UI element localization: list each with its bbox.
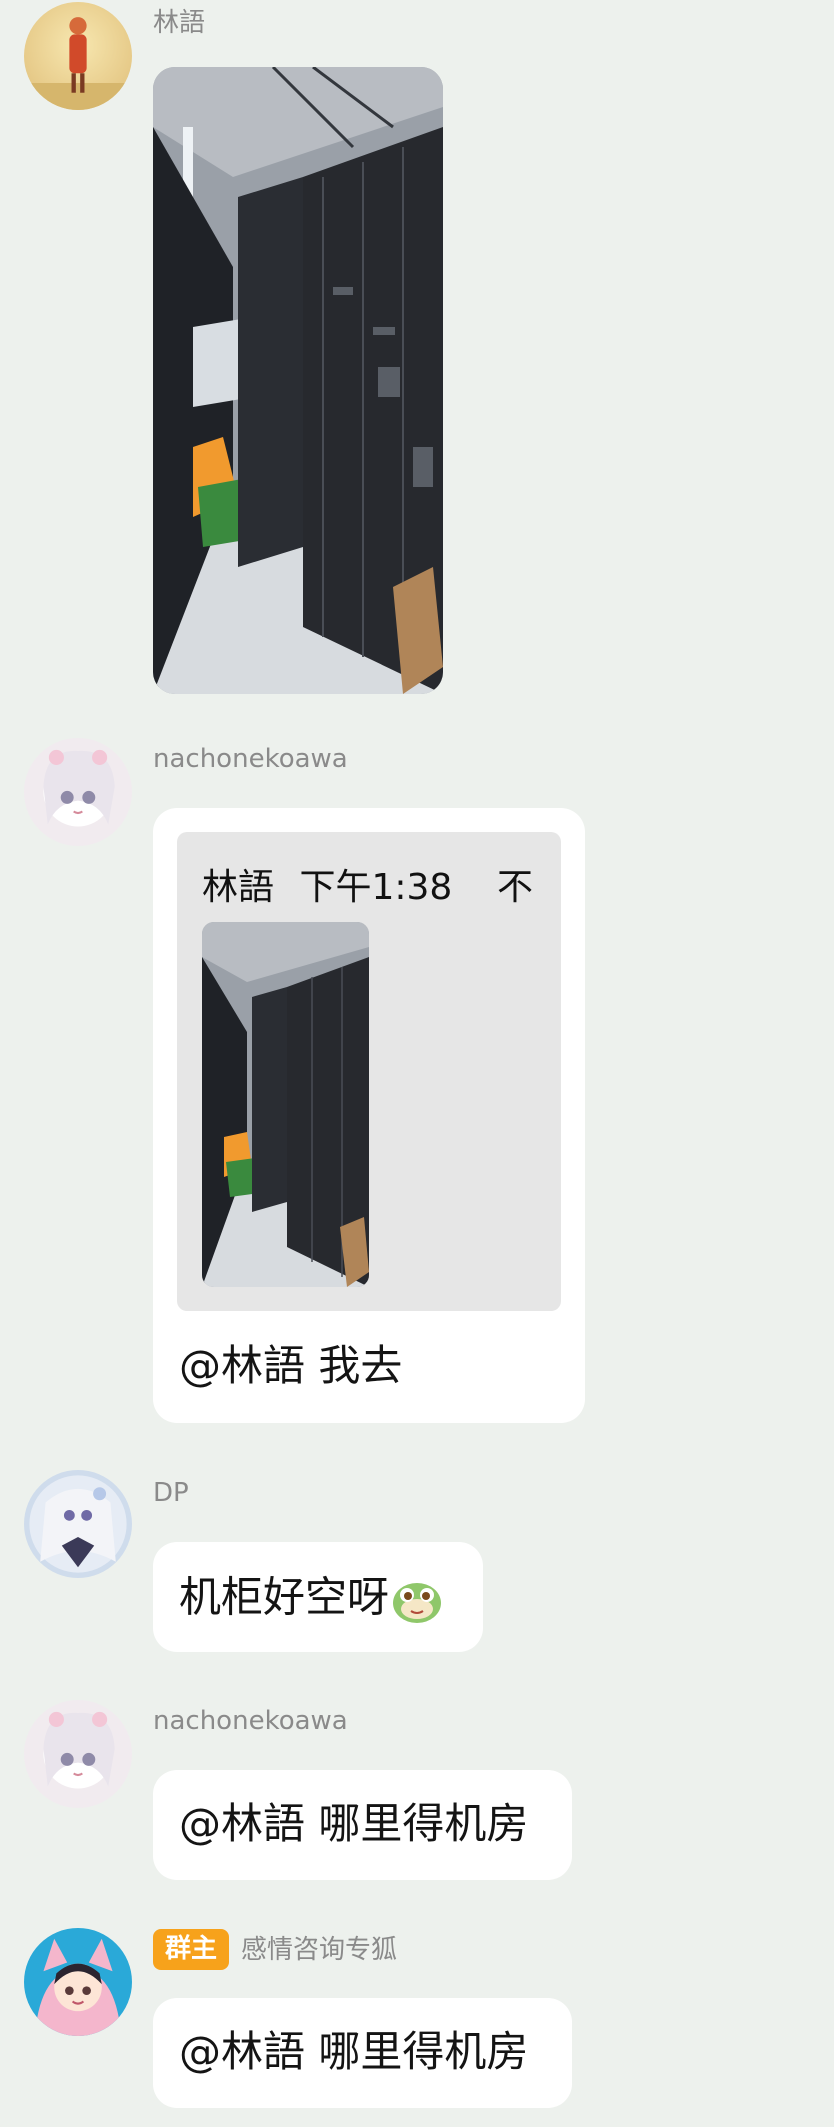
image-message[interactable] — [153, 67, 443, 694]
quoted-message[interactable]: 林語 下午1:38 不 — [177, 832, 561, 1311]
avatar[interactable] — [24, 2, 132, 110]
server-room-thumbnail — [202, 922, 369, 1287]
server-room-photo — [153, 67, 443, 694]
message-bubble[interactable]: @林語 哪里得机房 — [153, 1770, 572, 1880]
quote-header: 林語 下午1:38 — [202, 858, 452, 910]
sender-name: DP — [153, 1478, 189, 1508]
message-bubble[interactable]: 林語 下午1:38 不 @林語 我去 — [153, 808, 585, 1423]
avatar[interactable] — [24, 1470, 132, 1578]
owner-badge: 群主 — [153, 1929, 230, 1971]
message-bubble[interactable]: 机柜好空呀 — [153, 1542, 483, 1652]
chat-page: 林語 nachonekoawa 林語 下午1:38 不 @林語 我去 DP 机柜… — [0, 0, 834, 2127]
avatar[interactable] — [24, 738, 132, 846]
sender-name: 感情咨询专狐 — [241, 1934, 398, 1965]
message-text: @林語 哪里得机房 — [179, 1799, 529, 1848]
message-text: 机柜好空呀 — [179, 1572, 390, 1622]
frog-emoji — [393, 1583, 442, 1623]
sender-name: 林語 — [153, 8, 206, 38]
sender-name: nachonekoawa — [153, 744, 348, 774]
message-bubble[interactable]: @林語 哪里得机房 — [153, 1998, 572, 2108]
quoted-image[interactable] — [202, 922, 369, 1287]
quote-time: 下午1:38 — [299, 867, 453, 908]
sender-name: nachonekoawa — [153, 1706, 348, 1736]
avatar[interactable] — [24, 1928, 132, 2036]
sender-row: 群主 感情咨询专狐 — [153, 1929, 398, 1971]
quote-author: 林語 — [202, 867, 275, 908]
message-text: @林語 我去 — [179, 1341, 403, 1390]
avatar[interactable] — [24, 1700, 132, 1808]
close-icon[interactable]: 不 — [497, 858, 533, 910]
message-text: @林語 哪里得机房 — [179, 2027, 529, 2076]
